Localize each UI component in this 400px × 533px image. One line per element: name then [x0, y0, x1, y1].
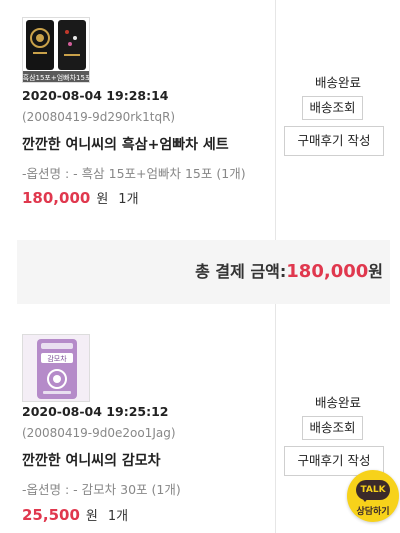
order-id: (20080419-9d290rk1tqR)	[22, 110, 176, 124]
currency-label: 원	[96, 192, 109, 207]
column-divider	[275, 304, 276, 533]
product-price: 25,500	[22, 506, 80, 524]
black-tea-set-image: 흑삼15포+엄빠차15포	[23, 18, 90, 82]
quantity-label: 1개	[107, 509, 129, 524]
track-delivery-button[interactable]: 배송조회	[302, 416, 363, 440]
order-datetime: 2020-08-04 19:28:14	[22, 88, 169, 103]
track-delivery-button[interactable]: 배송조회	[302, 96, 363, 120]
kakao-talk-consult-button[interactable]: TALK 상담하기	[347, 470, 399, 522]
delivery-status: 배송완료	[314, 75, 361, 90]
order-item: 감모차 2020-08-04 19:25:12 (20080419-9d0e2o…	[0, 304, 400, 533]
currency-label: 원	[85, 509, 98, 524]
persimmon-tea-image: 감모차	[23, 335, 89, 401]
product-thumbnail[interactable]: 흑삼15포+엄빠차15포	[22, 17, 90, 83]
order-id: (20080419-9d0e2oo1Jag)	[22, 426, 176, 440]
total-label: 총 결제 금액:	[195, 262, 287, 281]
price-row: 180,000 원 1개	[22, 188, 139, 207]
price-row: 25,500 원 1개	[22, 505, 128, 524]
write-review-button[interactable]: 구매후기 작성	[284, 126, 384, 156]
product-name[interactable]: 깐깐한 여니씨의 흑삼+엄빠차 세트	[22, 134, 229, 154]
order-datetime: 2020-08-04 19:25:12	[22, 404, 169, 419]
quantity-label: 1개	[118, 192, 139, 207]
total-amount: 180,000	[286, 261, 369, 282]
product-name[interactable]: 깐깐한 여니씨의 감모차	[22, 450, 161, 470]
consult-label: 상담하기	[356, 507, 390, 517]
delivery-status: 배송완료	[314, 395, 361, 410]
total-currency: 원	[368, 262, 383, 281]
product-option: -옵션명 : - 흑삼 15포+엄빠차 15포 (1개)	[22, 166, 246, 181]
order-history-page: 흑삼15포+엄빠차15포 2020-08-04 19:28:14 (200804…	[0, 0, 400, 533]
product-price: 180,000	[22, 189, 91, 207]
thumb-caption: 흑삼15포+엄빠차15포	[23, 73, 90, 82]
product-option: -옵션명 : - 감모차 30포 (1개)	[22, 482, 181, 497]
thumb-caption: 감모차	[47, 354, 67, 363]
column-divider	[275, 0, 276, 240]
speech-bubble-tail-icon	[361, 497, 369, 502]
total-payment-bar: 총 결제 금액:180,000원	[17, 240, 390, 304]
product-thumbnail[interactable]: 감모차	[22, 334, 90, 402]
order-item: 흑삼15포+엄빠차15포 2020-08-04 19:28:14 (200804…	[0, 0, 400, 240]
